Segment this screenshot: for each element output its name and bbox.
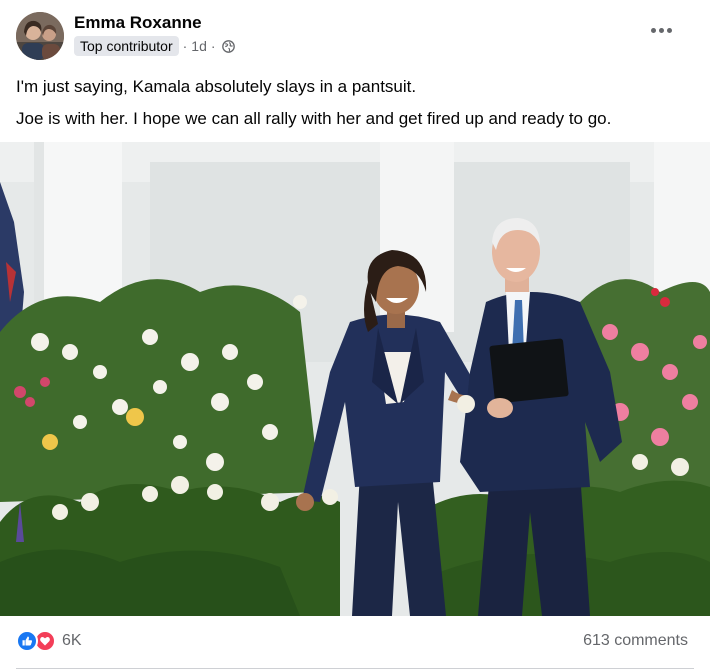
- post-text-line: I'm just saying, Kamala absolutely slays…: [16, 77, 417, 96]
- post-footer: 6K 613 comments: [0, 616, 710, 669]
- post-card: Emma Roxanne Top contributor · 1d · I'm …: [0, 0, 710, 669]
- author-name[interactable]: Emma Roxanne: [74, 13, 202, 33]
- meta-separator: ·: [210, 38, 216, 54]
- meta-separator: ·: [182, 38, 188, 54]
- post-text: I'm just saying, Kamala absolutely slays…: [16, 71, 696, 135]
- like-reaction-icon: [16, 630, 38, 652]
- author-avatar[interactable]: [16, 12, 64, 60]
- reactions-summary[interactable]: 6K: [16, 630, 82, 652]
- globe-icon[interactable]: [221, 39, 235, 53]
- post-timestamp[interactable]: 1d: [191, 38, 207, 54]
- more-dot: [659, 28, 664, 33]
- more-dot: [667, 28, 672, 33]
- post-text-line: Joe is with her. I hope we can all rally…: [16, 109, 612, 128]
- more-options-button[interactable]: [645, 22, 678, 39]
- comments-count-link[interactable]: 613 comments: [583, 632, 688, 650]
- post-photo[interactable]: [0, 142, 710, 616]
- top-contributor-badge[interactable]: Top contributor: [74, 36, 179, 56]
- more-horizontal-icon: [651, 28, 656, 33]
- reaction-count[interactable]: 6K: [62, 632, 82, 650]
- post-meta: Top contributor · 1d ·: [74, 36, 235, 56]
